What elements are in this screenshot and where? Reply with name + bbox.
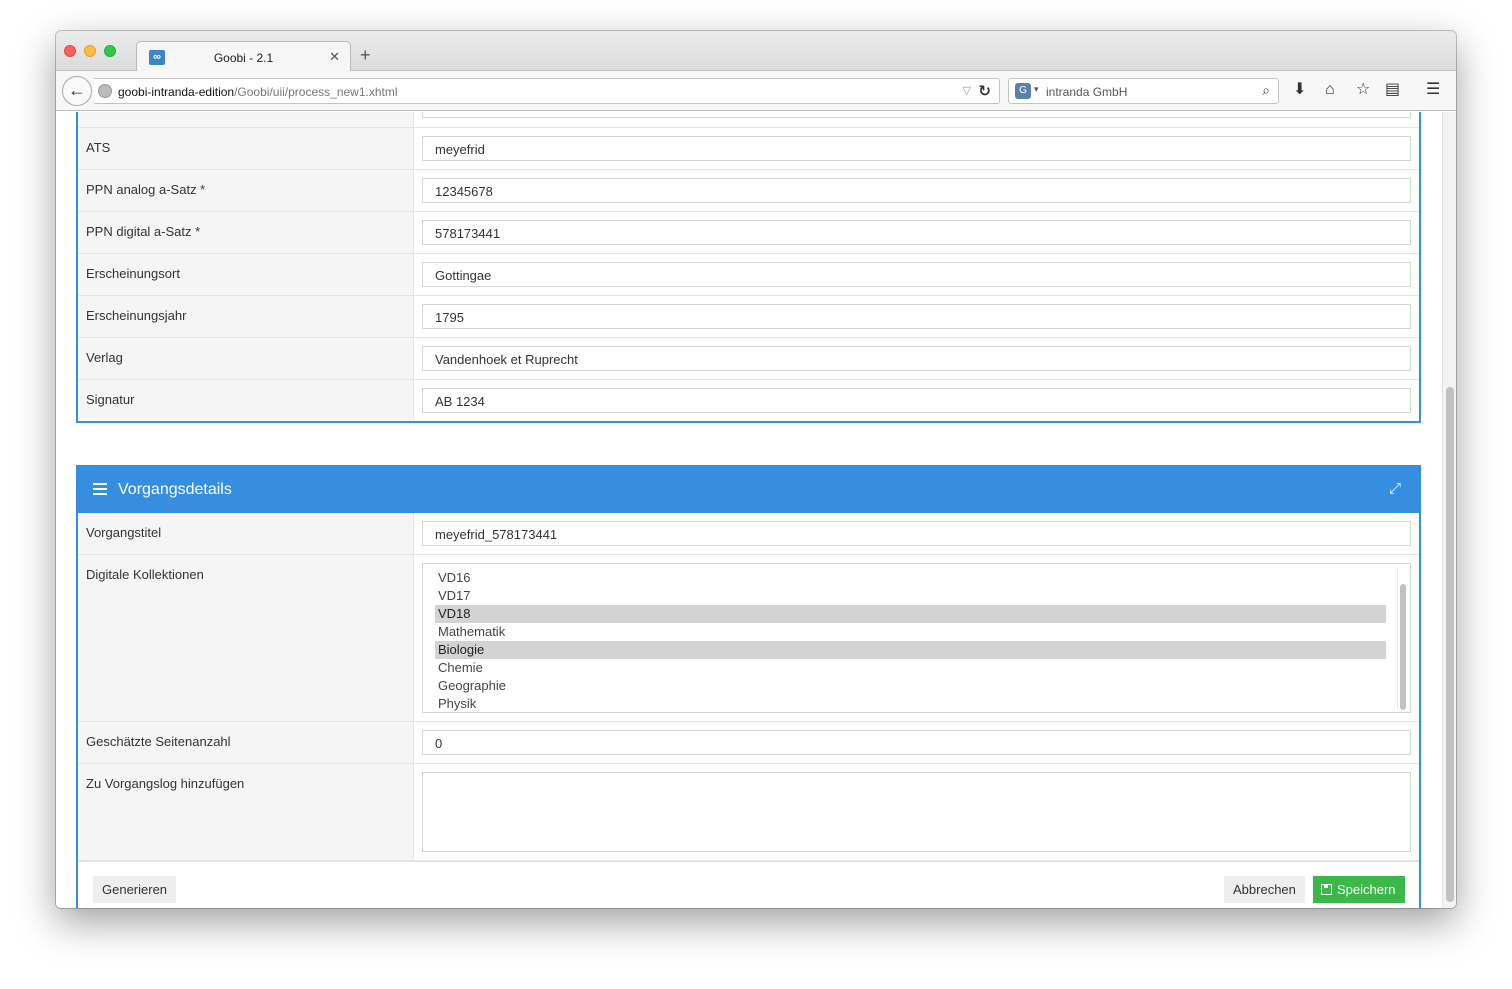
list-icon: [93, 483, 107, 495]
field-label: Verlag: [78, 338, 414, 379]
page-scroll-thumb[interactable]: [1446, 387, 1454, 902]
collection-option[interactable]: VD17: [435, 587, 1386, 605]
page-content: ATS meyefrid PPN analog a-Satz * 12345678 PP…: [56, 112, 1456, 908]
field-label: Vorgangstitel: [78, 513, 414, 554]
floppy-disk-icon: [1321, 884, 1332, 895]
field-input[interactable]: 12345678: [422, 178, 1411, 203]
field-label: Erscheinungsjahr: [78, 296, 414, 337]
reading-list-icon[interactable]: ▤: [1385, 80, 1400, 100]
bookmark-star-icon[interactable]: ☆: [1356, 80, 1370, 100]
collections-scroll-thumb[interactable]: [1400, 584, 1406, 710]
metadata-rows: ATS meyefrid PPN analog a-Satz * 12345678 PP…: [78, 128, 1419, 421]
search-engine-icon[interactable]: G: [1015, 83, 1031, 99]
panel-title: Vorgangsdetails: [118, 481, 232, 498]
navigation-bar: goobi-intranda-edition/Goobi/uii/process…: [56, 71, 1456, 111]
metadata-row: Verlag Vandenhoek et Ruprecht: [78, 338, 1419, 380]
field-label: PPN digital a-Satz *: [78, 212, 414, 253]
field-input[interactable]: Gottingae: [422, 262, 1411, 287]
field-label: ATS: [78, 128, 414, 169]
minimize-window-button[interactable]: [84, 45, 96, 57]
field-input[interactable]: 1795: [422, 304, 1411, 329]
collection-option[interactable]: Geographie: [435, 677, 1386, 695]
panel-footer: Generieren Abbrechen Speichern: [78, 861, 1419, 908]
url-path: /Goobi/uii/process_new1.xhtml: [234, 85, 398, 99]
collections-row: Digitale Kollektionen VD16 VD17 VD18 Mathem…: [78, 555, 1419, 722]
field-input[interactable]: AB 1234: [422, 388, 1411, 413]
tab-title: Goobi - 2.1: [213, 51, 274, 65]
field-input[interactable]: 578173441: [422, 220, 1411, 245]
process-log-textarea[interactable]: [422, 772, 1411, 852]
page-scrollbar[interactable]: [1442, 112, 1456, 908]
menu-icon[interactable]: ☰: [1426, 80, 1440, 100]
collection-option[interactable]: VD16: [435, 569, 1386, 587]
process-title-input[interactable]: meyefrid_578173441: [422, 521, 1411, 546]
process-log-row: Zu Vorgangslog hinzufügen: [78, 764, 1419, 861]
collections-scrollbar[interactable]: [1397, 567, 1407, 710]
browser-tab[interactable]: ∞ Goobi - 2.1 ✕: [136, 41, 351, 72]
field-label: Signatur: [78, 380, 414, 421]
search-input[interactable]: intranda GmbH: [1046, 85, 1127, 99]
field-label: Zu Vorgangslog hinzufügen: [78, 764, 414, 860]
process-title-row: Vorgangstitel meyefrid_578173441: [78, 513, 1419, 555]
metadata-row: PPN analog a-Satz * 12345678: [78, 170, 1419, 212]
field-input[interactable]: Vandenhoek et Ruprecht: [422, 346, 1411, 371]
globe-icon: [98, 84, 112, 98]
field-label: PPN analog a-Satz *: [78, 170, 414, 211]
save-button[interactable]: Speichern: [1313, 876, 1405, 903]
metadata-row: ATS meyefrid: [78, 128, 1419, 170]
collection-option[interactable]: VD18: [435, 605, 1386, 623]
field-input[interactable]: meyefrid: [422, 136, 1411, 161]
expand-icon[interactable]: ⤢: [1389, 480, 1401, 497]
metadata-row: PPN digital a-Satz * 578173441: [78, 212, 1419, 254]
zoom-window-button[interactable]: [104, 45, 116, 57]
metadata-row: Erscheinungsjahr 1795: [78, 296, 1419, 338]
tab-close-icon[interactable]: ✕: [329, 49, 340, 65]
search-icon[interactable]: ⌕: [1262, 82, 1270, 99]
save-label: Speichern: [1337, 882, 1396, 897]
url-bar[interactable]: goobi-intranda-edition/Goobi/uii/process…: [94, 78, 1000, 104]
field-label: Erscheinungsort: [78, 254, 414, 295]
page-count-input[interactable]: 0: [422, 730, 1411, 755]
generate-button[interactable]: Generieren: [93, 876, 177, 903]
cut-off-row: [78, 112, 1419, 128]
home-icon[interactable]: ⌂: [1325, 80, 1335, 100]
collection-option[interactable]: Chemie: [435, 659, 1386, 677]
new-tab-icon[interactable]: +: [360, 46, 371, 64]
url-host: goobi-intranda-edition: [118, 85, 235, 99]
collections-multiselect[interactable]: VD16 VD17 VD18 Mathematik Biologie Chemie Geog…: [422, 563, 1411, 713]
browser-window: ∞ Goobi - 2.1 ✕ + goobi-intranda-edition…: [56, 31, 1456, 908]
collection-option[interactable]: Physik: [435, 695, 1386, 713]
field-label: Geschätzte Seitenanzahl: [78, 722, 414, 763]
url-text[interactable]: goobi-intranda-edition/Goobi/uii/process…: [118, 85, 398, 99]
panel-header: Vorgangsdetails ⤢: [78, 467, 1419, 513]
search-engine-caret-icon[interactable]: ▾: [1034, 84, 1039, 95]
reload-icon[interactable]: ↻: [978, 82, 991, 100]
collections-options: VD16 VD17 VD18 Mathematik Biologie Chemie Geog…: [423, 569, 1410, 713]
close-window-button[interactable]: [64, 45, 76, 57]
metadata-box: ATS meyefrid PPN analog a-Satz * 12345678 PP…: [76, 112, 1421, 423]
cut-off-input[interactable]: [422, 112, 1411, 118]
collection-option[interactable]: Mathematik: [435, 623, 1386, 641]
title-bar: ∞ Goobi - 2.1 ✕ +: [56, 31, 1456, 72]
search-bar[interactable]: G ▾ intranda GmbH ⌕: [1008, 78, 1279, 104]
process-details-panel: Vorgangsdetails ⤢ Vorgangstitel meyefrid…: [76, 465, 1421, 908]
metadata-row: Signatur AB 1234: [78, 380, 1419, 421]
collection-option[interactable]: Biologie: [435, 641, 1386, 659]
back-button[interactable]: ←: [62, 76, 92, 106]
metadata-row: Erscheinungsort Gottingae: [78, 254, 1419, 296]
cancel-button[interactable]: Abbrechen: [1224, 876, 1305, 903]
history-dropdown-icon[interactable]: ▽: [963, 84, 971, 97]
field-label: Digitale Kollektionen: [78, 555, 414, 721]
page-count-row: Geschätzte Seitenanzahl 0: [78, 722, 1419, 764]
download-icon[interactable]: ⬇: [1293, 80, 1306, 100]
